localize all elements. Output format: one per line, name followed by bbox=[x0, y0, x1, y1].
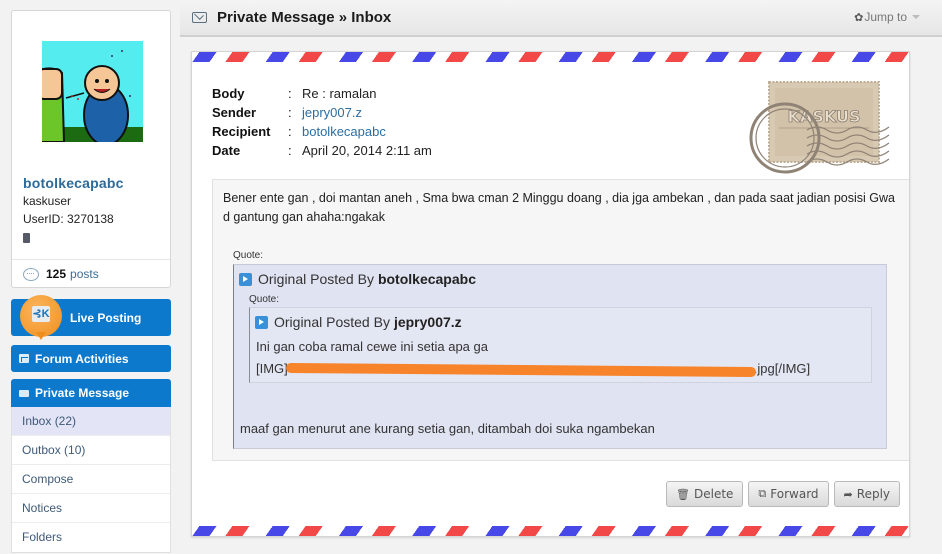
pm-menu-folders[interactable]: Folders bbox=[12, 523, 170, 552]
meta-colon: : bbox=[288, 86, 292, 101]
meta-label: Recipient bbox=[212, 124, 271, 139]
forward-button[interactable]: ⧉ Forward bbox=[748, 481, 829, 507]
profile-username[interactable]: botolkecapabc bbox=[23, 175, 124, 191]
forum-activities-label: Forum Activities bbox=[35, 351, 129, 366]
pm-menu-compose[interactable]: Compose bbox=[12, 465, 170, 494]
message-body-text: Bener ente gan , doi mantan aneh , Sma b… bbox=[223, 191, 895, 224]
reply-button[interactable]: ➦ Reply bbox=[833, 481, 900, 507]
meta-label: Sender bbox=[212, 105, 257, 120]
quote-block-inner: Original Posted By jepry007.z Ini gan co… bbox=[249, 307, 872, 383]
pm-menu-outbox[interactable]: Outbox (10) bbox=[12, 436, 170, 465]
pm-menu-notices[interactable]: Notices bbox=[12, 494, 170, 523]
meta-label: Body bbox=[212, 86, 245, 101]
img-tag-open: [IMG] bbox=[256, 361, 288, 376]
quote-block-outer: Original Posted By botolkecapabc Quote: … bbox=[233, 264, 887, 449]
quote-author: jepry007.z bbox=[393, 314, 462, 330]
quote-outer-reply: maaf gan menurut ane kurang setia gan, d… bbox=[240, 421, 655, 436]
message-actions: 🗑︎ Delete ⧉ Forward ➦ Reply bbox=[666, 481, 900, 507]
postage-stamp-icon: KASKUS bbox=[745, 80, 895, 180]
meta-row-recipient: Recipient : botolkecapabc bbox=[212, 122, 432, 141]
reply-label: Reply bbox=[856, 487, 890, 501]
private-message-button[interactable]: Private Message bbox=[11, 379, 171, 407]
reply-arrow-icon: ➦ bbox=[843, 487, 853, 501]
meta-label: Date bbox=[212, 143, 241, 158]
recipient-link[interactable]: botolkecapabc bbox=[302, 124, 386, 139]
profile-user-title: kaskuser bbox=[23, 194, 72, 208]
forward-icon: ⧉ bbox=[758, 487, 767, 500]
meta-row-date: Date : April 20, 2014 2:11 am bbox=[212, 141, 432, 160]
quote-inner-text: Ini gan coba ramal cewe ini setia apa ga… bbox=[256, 336, 866, 380]
view-post-icon[interactable] bbox=[255, 315, 268, 329]
meta-row-body: Body : Re : ramalan bbox=[212, 84, 432, 103]
gear-icon: ✿ bbox=[854, 11, 864, 24]
page-title: Private Message » Inbox bbox=[217, 9, 392, 26]
stamp-text: KASKUS bbox=[788, 107, 861, 126]
sender-link[interactable]: jepry007.z bbox=[302, 105, 362, 120]
sidebar: botolkecapabc kaskuser UserID: 3270138 1… bbox=[11, 10, 171, 553]
message-subject: Re : ramalan bbox=[302, 86, 377, 101]
jump-to-label: Jump to bbox=[864, 10, 907, 24]
envelope-icon bbox=[192, 12, 207, 23]
page-header: Private Message » Inbox ✿ Jump to bbox=[180, 0, 942, 37]
posts-label: posts bbox=[70, 267, 99, 281]
message-envelope: Body : Re : ramalan Sender : jepry007.z … bbox=[191, 51, 910, 537]
quote-inner-img-line: [IMG] .jpg[/IMG] bbox=[256, 358, 866, 380]
chat-bubble-icon bbox=[23, 267, 39, 281]
meta-row-sender: Sender : jepry007.z bbox=[212, 103, 432, 122]
message-date: April 20, 2014 2:11 am bbox=[302, 143, 432, 158]
quote-prefix: Original Posted By bbox=[258, 271, 374, 287]
airmail-stripe-top bbox=[192, 52, 909, 62]
redaction-mark bbox=[285, 362, 756, 377]
pm-menu-inbox[interactable]: Inbox (22) bbox=[12, 407, 170, 436]
delete-label: Delete bbox=[693, 487, 734, 501]
live-posting-button[interactable]: ⊰K Live Posting bbox=[11, 295, 171, 340]
profile-user-id: UserID: 3270138 bbox=[23, 212, 114, 226]
quote-prefix: Original Posted By bbox=[274, 314, 390, 330]
meta-colon: : bbox=[288, 143, 292, 158]
main-content: Private Message » Inbox ✿ Jump to Body :… bbox=[180, 0, 942, 554]
chevron-down-icon bbox=[912, 15, 920, 19]
quote-header: Original Posted By botolkecapabc bbox=[239, 271, 476, 287]
pm-menu: Inbox (22) Outbox (10) Compose Notices F… bbox=[11, 407, 171, 553]
jump-to-dropdown[interactable]: ✿ Jump to bbox=[854, 10, 920, 24]
forum-activities-button[interactable]: Forum Activities bbox=[11, 345, 171, 372]
img-tag-close: .jpg[/IMG] bbox=[753, 361, 811, 376]
quote-author: botolkecapabc bbox=[377, 271, 476, 287]
live-posting-label: Live Posting bbox=[70, 310, 142, 325]
quote-label: Quote: bbox=[233, 250, 264, 261]
meta-colon: : bbox=[288, 105, 292, 120]
calendar-icon bbox=[19, 354, 29, 363]
post-count-link[interactable]: 125 posts bbox=[23, 267, 99, 281]
mail-icon bbox=[19, 389, 29, 397]
meta-colon: : bbox=[288, 124, 292, 139]
view-post-icon[interactable] bbox=[239, 272, 252, 286]
post-count: 125 bbox=[46, 267, 67, 281]
mobile-phone-icon bbox=[23, 233, 30, 243]
forward-label: Forward bbox=[770, 487, 819, 501]
airmail-stripe-bottom bbox=[192, 526, 909, 536]
private-message-label: Private Message bbox=[35, 386, 130, 400]
message-meta: Body : Re : ramalan Sender : jepry007.z … bbox=[212, 84, 432, 160]
trash-icon: 🗑︎ bbox=[676, 487, 690, 501]
divider bbox=[12, 259, 170, 260]
message-body: Bener ente gan , doi mantan aneh , Sma b… bbox=[212, 179, 909, 461]
kaskus-pin-icon: ⊰K bbox=[20, 295, 62, 340]
avatar[interactable] bbox=[42, 41, 143, 142]
quote-header: Original Posted By jepry007.z bbox=[255, 314, 462, 330]
profile-card: botolkecapabc kaskuser UserID: 3270138 1… bbox=[11, 10, 171, 288]
quote-inner-line: Ini gan coba ramal cewe ini setia apa ga bbox=[256, 339, 488, 354]
quote-label: Quote: bbox=[249, 294, 280, 305]
delete-button[interactable]: 🗑︎ Delete bbox=[666, 481, 744, 507]
